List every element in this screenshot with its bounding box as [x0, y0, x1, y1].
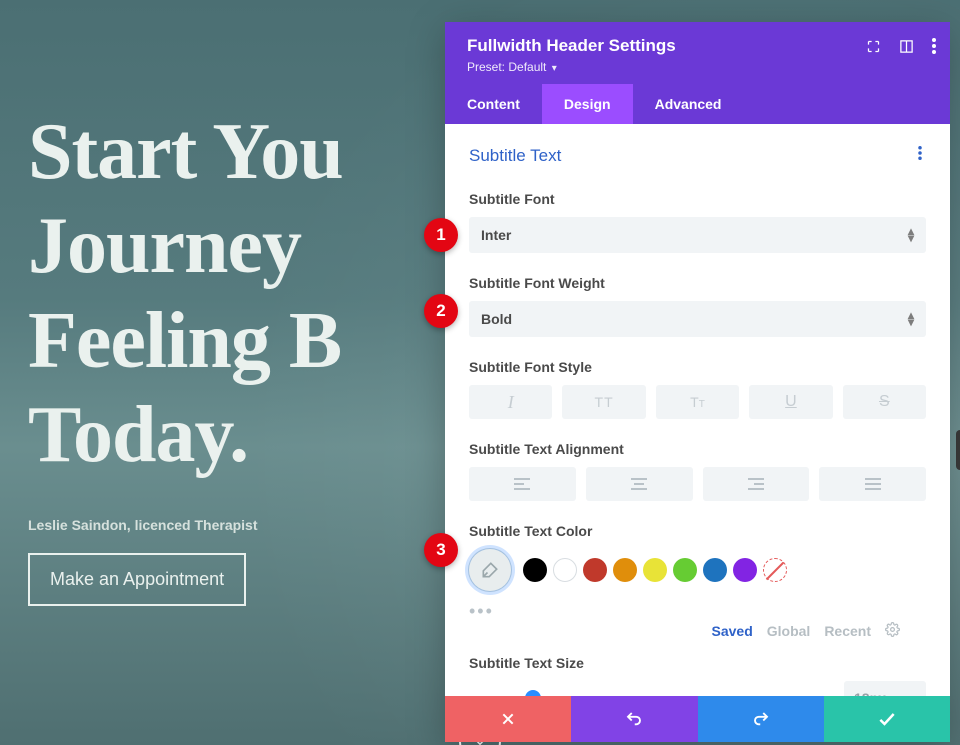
underline-button[interactable]: U: [749, 385, 832, 419]
eyedropper-button[interactable]: [469, 549, 511, 591]
style-label: Subtitle Font Style: [469, 359, 926, 375]
tab-advanced[interactable]: Advanced: [633, 84, 744, 124]
uppercase-button[interactable]: TT: [562, 385, 645, 419]
hero-line-4: Today.: [28, 391, 248, 479]
strikethrough-button[interactable]: S: [843, 385, 926, 419]
size-slider[interactable]: [469, 688, 830, 696]
snap-icon[interactable]: [899, 39, 914, 54]
tab-content[interactable]: Content: [445, 84, 542, 124]
weight-value: Bold: [481, 311, 512, 327]
expand-icon[interactable]: [866, 39, 881, 54]
swatch-none[interactable]: [763, 558, 787, 582]
preset-label: Preset:: [467, 60, 505, 74]
appointment-button[interactable]: Make an Appointment: [28, 553, 246, 606]
capitalize-button[interactable]: TT: [656, 385, 739, 419]
annotation-1: 1: [424, 218, 458, 252]
swatch-green[interactable]: [673, 558, 697, 582]
swatch-black[interactable]: [523, 558, 547, 582]
font-value: Inter: [481, 227, 511, 243]
align-justify-button[interactable]: [819, 467, 926, 501]
hero: Start You Journey Feeling B Today. Lesli…: [28, 105, 343, 606]
align-label: Subtitle Text Alignment: [469, 441, 926, 457]
font-select[interactable]: Inter ▴▾: [469, 217, 926, 253]
caret-down-icon: ▾: [552, 63, 557, 74]
palette-recent-tab[interactable]: Recent: [824, 623, 871, 639]
annotation-3: 3: [424, 533, 458, 567]
color-label: Subtitle Text Color: [469, 523, 926, 539]
palette-saved-tab[interactable]: Saved: [712, 623, 753, 639]
font-label: Subtitle Font: [469, 191, 926, 207]
slider-thumb[interactable]: [525, 690, 541, 696]
size-label: Subtitle Text Size: [469, 655, 926, 671]
kebab-menu-icon[interactable]: [932, 38, 936, 54]
weight-label: Subtitle Font Weight: [469, 275, 926, 291]
chevron-updown-icon: ▴▾: [908, 312, 914, 326]
chevron-updown-icon: ▴▾: [908, 228, 914, 242]
swatch-blue[interactable]: [703, 558, 727, 582]
redo-button[interactable]: [698, 696, 824, 742]
swatch-white[interactable]: [553, 558, 577, 582]
panel-header: Fullwidth Header Settings Preset: Defaul…: [445, 22, 950, 84]
preset-value: Default: [508, 60, 546, 74]
swatch-red[interactable]: [583, 558, 607, 582]
hero-line-3: Feeling B: [28, 297, 341, 385]
align-center-button[interactable]: [586, 467, 693, 501]
settings-panel: Fullwidth Header Settings Preset: Defaul…: [445, 22, 950, 742]
align-right-button[interactable]: [703, 467, 810, 501]
annotation-2: 2: [424, 294, 458, 328]
italic-button[interactable]: I: [469, 385, 552, 419]
panel-tabs: Content Design Advanced: [445, 84, 950, 124]
gear-icon[interactable]: [885, 622, 900, 640]
section-title[interactable]: Subtitle Text: [469, 146, 561, 166]
more-colors-button[interactable]: •••: [469, 601, 494, 621]
hero-line-2: Journey: [28, 202, 301, 290]
save-button[interactable]: [824, 696, 950, 742]
align-left-button[interactable]: [469, 467, 576, 501]
hero-line-1: Start You: [28, 108, 343, 196]
hero-subtitle: Leslie Saindon, licenced Therapist: [28, 517, 343, 533]
weight-select[interactable]: Bold ▴▾: [469, 301, 926, 337]
preset-selector[interactable]: Preset: Default ▾: [467, 60, 930, 74]
hero-title: Start You Journey Feeling B Today.: [28, 105, 343, 483]
swatch-yellow[interactable]: [643, 558, 667, 582]
panel-body: Subtitle Text Subtitle Font Inter ▴▾ Sub…: [445, 124, 950, 696]
panel-title: Fullwidth Header Settings: [467, 36, 930, 56]
undo-button[interactable]: [571, 696, 697, 742]
tab-design[interactable]: Design: [542, 84, 633, 124]
palette-global-tab[interactable]: Global: [767, 623, 811, 639]
section-menu-icon[interactable]: [914, 142, 926, 169]
size-input[interactable]: [844, 681, 926, 696]
swatch-purple[interactable]: [733, 558, 757, 582]
panel-footer: [445, 696, 950, 742]
swatch-orange[interactable]: [613, 558, 637, 582]
page-scrollbar-thumb[interactable]: [956, 430, 960, 470]
cancel-button[interactable]: [445, 696, 571, 742]
